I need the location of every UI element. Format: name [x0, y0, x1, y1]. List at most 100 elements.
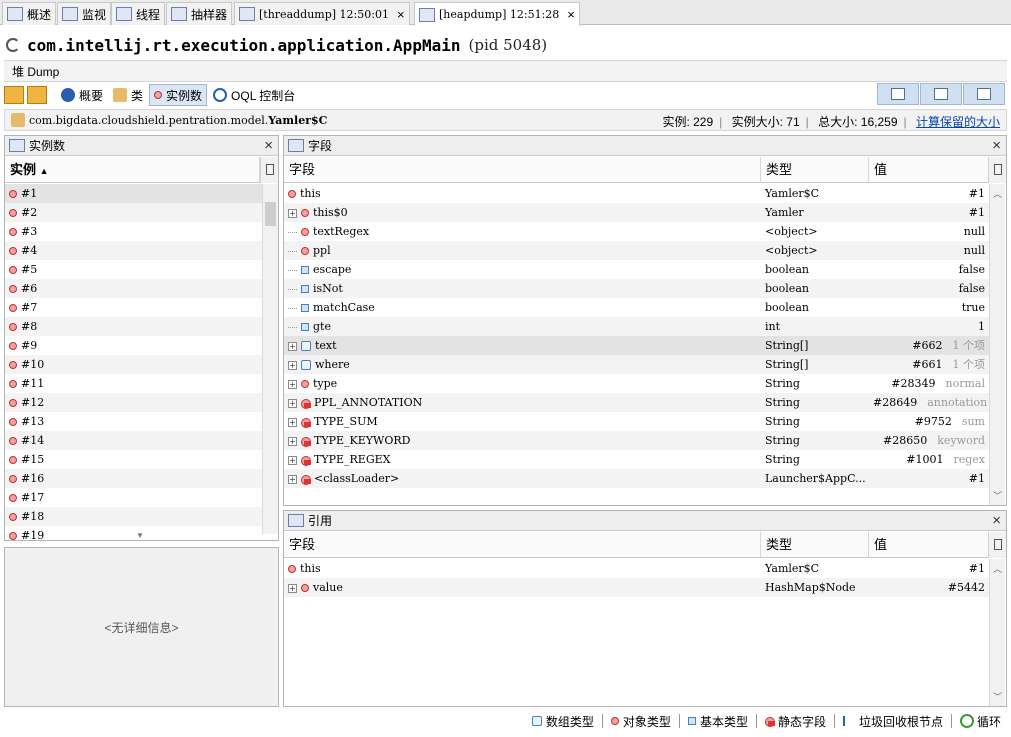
expand-icon[interactable]: +	[288, 208, 297, 218]
list-item[interactable]: #7	[5, 298, 262, 317]
instances-column-header[interactable]: 实例 ▲	[5, 157, 278, 183]
list-item[interactable]: #19	[5, 526, 262, 540]
splitter-handle[interactable]: ▼	[136, 531, 144, 540]
table-row[interactable]: ppl <object> null	[284, 241, 989, 260]
list-item[interactable]: #18	[5, 507, 262, 526]
tab-monitor[interactable]: 监视	[57, 2, 112, 25]
instances-scrollbar[interactable]	[262, 184, 278, 534]
tab-threads[interactable]: 线程	[111, 2, 166, 25]
column-chooser-button[interactable]	[988, 532, 1006, 558]
view-option-1-button[interactable]	[877, 83, 919, 105]
expand-icon[interactable]: +	[288, 360, 297, 370]
scroll-down-icon[interactable]: ﹀	[993, 690, 1002, 703]
class-icon	[11, 113, 25, 127]
column-field[interactable]: 字段	[284, 532, 761, 558]
classes-icon	[113, 88, 128, 102]
fields-scrollbar[interactable]: ︿ ﹀	[989, 184, 1005, 505]
close-icon[interactable]: ×	[397, 7, 405, 22]
summary-button[interactable]: 概要	[57, 84, 107, 106]
table-row[interactable]: + this$0 Yamler #1	[284, 203, 989, 222]
sampler-icon	[171, 7, 187, 21]
view-option-3-button[interactable]	[963, 83, 1005, 105]
column-chooser-button[interactable]	[988, 157, 1006, 183]
table-row[interactable]: + TYPE_SUM String #9752 sum	[284, 412, 989, 431]
tab-overview[interactable]: 概述	[2, 2, 57, 25]
table-row[interactable]: + <classLoader> Launcher$AppC... #1	[284, 469, 989, 488]
expand-icon[interactable]: +	[288, 474, 297, 484]
column-type[interactable]: 类型	[761, 532, 869, 558]
expand-icon[interactable]: +	[288, 417, 297, 427]
array-type-icon	[301, 341, 311, 351]
list-item[interactable]: #12	[5, 393, 262, 412]
instance-icon	[9, 285, 17, 293]
expand-icon[interactable]: +	[288, 398, 297, 408]
fields-tree: this Yamler$C #1 + this$0 Yamler #1 textRegex <o…	[284, 184, 989, 505]
close-icon[interactable]: ×	[992, 512, 1001, 529]
column-chooser-button[interactable]	[260, 157, 278, 183]
back-arrow-icon[interactable]	[4, 86, 24, 104]
tab-sampler[interactable]: 抽样器	[166, 2, 233, 25]
list-item[interactable]: #5	[5, 260, 262, 279]
table-row[interactable]: + type String #28349 normal	[284, 374, 989, 393]
list-item[interactable]: #11	[5, 374, 262, 393]
class-stats: 实例: 229 | 实例大小: 71 | 总大小: 16,259 | 计算保留的大小	[662, 115, 1000, 129]
instance-icon	[9, 532, 17, 540]
scroll-up-icon[interactable]: ︿	[993, 187, 1002, 200]
list-item[interactable]: #17	[5, 488, 262, 507]
list-item[interactable]: #2	[5, 203, 262, 222]
table-row[interactable]: gte int 1	[284, 317, 989, 336]
table-row[interactable]: this Yamler$C #1	[284, 184, 989, 203]
references-panel-header: 引用 ×	[284, 511, 1006, 531]
scroll-down-icon[interactable]: ﹀	[993, 489, 1002, 502]
close-icon[interactable]: ×	[264, 137, 273, 154]
table-row[interactable]: + value HashMap$Node #5442	[284, 578, 989, 597]
list-item[interactable]: #1	[5, 184, 262, 203]
expand-icon[interactable]: +	[288, 341, 297, 351]
close-icon[interactable]: ×	[992, 137, 1001, 154]
view-option-2-button[interactable]	[920, 83, 962, 105]
tab-threaddump[interactable]: [threaddump] 12:50:01 ×	[234, 2, 410, 25]
table-row[interactable]: matchCase boolean true	[284, 298, 989, 317]
list-item[interactable]: #9	[5, 336, 262, 355]
expand-icon[interactable]: +	[288, 436, 297, 446]
column-value[interactable]: 值	[869, 532, 989, 558]
object-type-icon	[288, 190, 296, 198]
table-row[interactable]: + where String[] #661 1 个项	[284, 355, 989, 374]
list-item[interactable]: #3	[5, 222, 262, 241]
table-row[interactable]: escape boolean false	[284, 260, 989, 279]
expand-icon[interactable]: +	[288, 455, 297, 465]
column-type[interactable]: 类型	[761, 157, 869, 183]
instances-button[interactable]: 实例数	[149, 84, 208, 106]
loop-icon	[959, 714, 974, 728]
forward-arrow-icon[interactable]	[27, 86, 47, 104]
table-row[interactable]: isNot boolean false	[284, 279, 989, 298]
fields-panel: 字段 × 字段 类型 值 this Yamler$C #1 + this$0 Yamler…	[283, 135, 1007, 506]
expand-icon[interactable]: +	[288, 583, 297, 593]
list-item[interactable]: #13	[5, 412, 262, 431]
close-icon[interactable]: ×	[567, 7, 575, 22]
compute-retained-size-link[interactable]: 计算保留的大小	[916, 115, 1000, 129]
table-row[interactable]: + text String[] #662 1 个项	[284, 336, 989, 355]
oql-console-button[interactable]: OQL 控制台	[209, 84, 299, 106]
list-item[interactable]: #14	[5, 431, 262, 450]
list-item[interactable]: #10	[5, 355, 262, 374]
table-row[interactable]: + TYPE_KEYWORD String #28650 keyword	[284, 431, 989, 450]
sort-ascending-icon: ▲	[39, 166, 49, 176]
references-scrollbar[interactable]: ︿ ﹀	[989, 559, 1005, 706]
column-field[interactable]: 字段	[284, 157, 761, 183]
list-item[interactable]: #6	[5, 279, 262, 298]
table-row[interactable]: + PPL_ANNOTATION String #28649 annotation	[284, 393, 989, 412]
instance-icon	[9, 380, 17, 388]
classes-button[interactable]: 类	[109, 84, 147, 106]
table-row[interactable]: + TYPE_REGEX String #1001 regex	[284, 450, 989, 469]
table-row[interactable]: this Yamler$C #1	[284, 559, 989, 578]
scroll-up-icon[interactable]: ︿	[993, 562, 1002, 575]
column-value[interactable]: 值	[869, 157, 989, 183]
list-item[interactable]: #4	[5, 241, 262, 260]
expand-icon[interactable]: +	[288, 379, 297, 389]
list-item[interactable]: #15	[5, 450, 262, 469]
list-item[interactable]: #8	[5, 317, 262, 336]
table-row[interactable]: textRegex <object> null	[284, 222, 989, 241]
list-item[interactable]: #16	[5, 469, 262, 488]
tab-heapdump[interactable]: [heapdump] 12:51:28 ×	[414, 2, 580, 26]
